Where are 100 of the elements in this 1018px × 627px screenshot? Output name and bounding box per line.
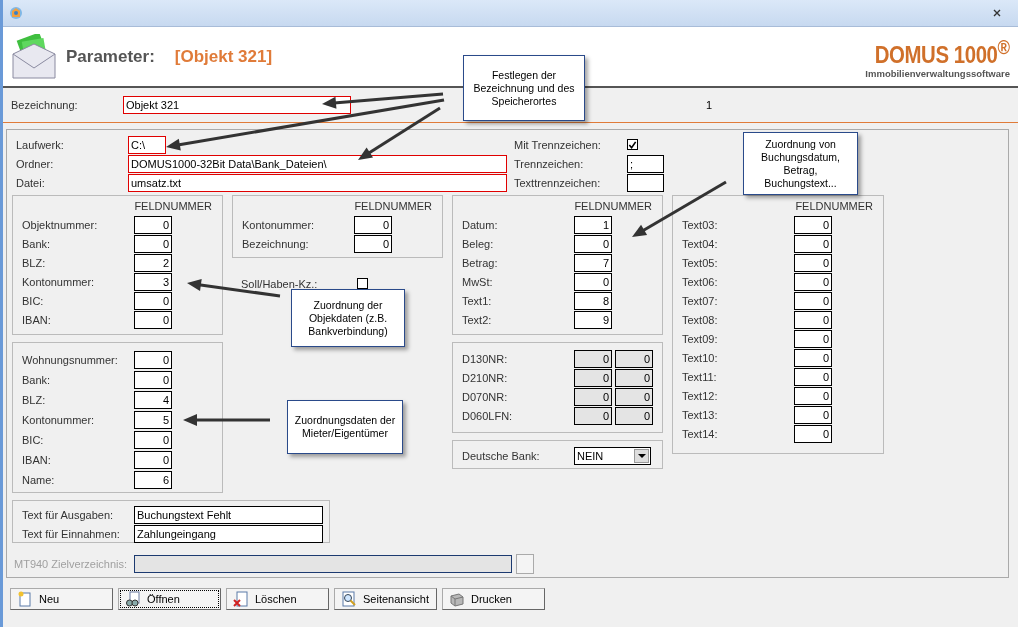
envelope-money-icon	[11, 33, 57, 80]
number-field[interactable]: 0	[354, 215, 392, 234]
number-field[interactable]: 2	[134, 253, 172, 272]
checkbox[interactable]	[357, 278, 368, 289]
toolbar-button[interactable]: Seitenansicht	[334, 588, 437, 610]
number-field[interactable]: 7	[574, 253, 612, 272]
field-label: Laufwerk:	[16, 138, 65, 151]
number-field[interactable]: 0	[354, 234, 392, 253]
field-label: Text05:	[682, 256, 719, 269]
toolbar-button[interactable]: Löschen	[226, 588, 329, 610]
path-field[interactable]: umsatz.txt	[128, 173, 507, 192]
number-field[interactable]: 0	[134, 431, 172, 449]
checkbox[interactable]	[627, 139, 638, 150]
toolbar-button[interactable]: Neu	[10, 588, 113, 610]
number-field[interactable]: 0	[794, 424, 832, 443]
field-label: Bezeichnung:	[11, 99, 79, 111]
field-label: Text08:	[682, 313, 719, 326]
field-label: Text11:	[682, 370, 718, 383]
number-field[interactable]: 0	[134, 371, 172, 389]
field-label: Kontonummer:	[242, 218, 316, 231]
field-label: Objektnummer:	[22, 218, 99, 231]
column-header: FELDNUMMER	[134, 200, 212, 214]
number-field[interactable]: 0	[794, 367, 832, 386]
field-label: Text14:	[682, 427, 719, 440]
field-label: Text03:	[682, 218, 719, 231]
number-field[interactable]: 0	[134, 451, 172, 469]
field-label: BIC:	[22, 434, 45, 446]
column-header: FELDNUMMER	[354, 200, 432, 214]
field-label: Betrag:	[462, 256, 499, 269]
toolbar-button[interactable]: Öffnen	[118, 588, 221, 610]
callout-note: Festlegen der Bezeichnung und des Speicherortes	[463, 55, 585, 121]
field-label: Text10:	[682, 351, 719, 364]
field-label: Text04:	[682, 237, 719, 250]
object-title: [Objekt 321]	[174, 46, 273, 67]
logo-tagline: Immobilienverwaltungssoftware	[865, 68, 1010, 79]
number-field[interactable]: 0	[134, 291, 172, 310]
field-label: BLZ:	[22, 256, 47, 269]
number-field[interactable]: 0	[134, 215, 172, 234]
field-label: Kontonummer:	[22, 414, 96, 426]
field-label: Beleg:	[462, 237, 495, 250]
directory-field[interactable]	[134, 555, 512, 573]
field-label: Name:	[22, 474, 56, 486]
text-field[interactable]: Buchungstext Fehlt	[134, 505, 323, 524]
path-field[interactable]: C:\	[128, 135, 166, 154]
field-label: MwSt:	[462, 275, 494, 288]
field-label: IBAN:	[22, 313, 52, 326]
name-field[interactable]: Objekt 321	[123, 96, 351, 114]
callout-note: Zuordnung der Objekdaten (z.B. Bankverbindung)	[291, 289, 405, 347]
number-field[interactable]: 0	[574, 234, 612, 253]
document-icon	[17, 591, 33, 607]
text-field[interactable]: Zahlungeingang	[134, 524, 323, 543]
number-field[interactable]: 1	[574, 215, 612, 234]
number-field[interactable]: 8	[574, 291, 612, 310]
number-field[interactable]: 0	[134, 351, 172, 369]
number-field[interactable]: 0	[794, 329, 832, 348]
number-field[interactable]: 0	[794, 253, 832, 272]
field-label: Wohnungsnummer:	[22, 354, 119, 366]
field-label: D210NR:	[462, 371, 509, 384]
number-field[interactable]: 0	[794, 291, 832, 310]
number-field[interactable]: 0	[134, 234, 172, 253]
field-label: Deutsche Bank:	[462, 449, 541, 462]
number-field[interactable]: 0	[794, 215, 832, 234]
field-label: Bezeichnung:	[242, 237, 310, 250]
column-header: FELDNUMMER	[795, 200, 873, 214]
dropdown[interactable]: NEIN	[574, 446, 651, 465]
app-icon	[8, 5, 24, 21]
field-label: Text für Einnahmen:	[22, 527, 121, 540]
path-field[interactable]: DOMUS1000-32Bit Data\Bank_Dateien\	[128, 154, 507, 173]
number-field[interactable]: 0	[574, 272, 612, 291]
number-field[interactable]: 0	[794, 234, 832, 253]
number-field[interactable]: 0	[794, 405, 832, 424]
field-label: Texttrennzeichen:	[514, 176, 602, 189]
toolbar-button[interactable]: Drucken	[442, 588, 545, 610]
field-label: Trennzeichen:	[514, 157, 585, 170]
close-icon[interactable]	[993, 9, 1001, 17]
field-label: Text09:	[682, 332, 719, 345]
number-field[interactable]: 0	[794, 386, 832, 405]
number-field[interactable]: 0	[794, 348, 832, 367]
number-field[interactable]: 5	[134, 411, 172, 429]
field-label: Ordner:	[16, 157, 55, 170]
number-field[interactable]: 3	[134, 272, 172, 291]
field-label: IBAN:	[22, 454, 52, 466]
number-field[interactable]: 0	[134, 310, 172, 329]
separator-field[interactable]	[627, 173, 664, 192]
field-label: BLZ:	[22, 394, 47, 406]
magnifier-icon	[341, 591, 357, 607]
separator-field[interactable]: ;	[627, 154, 664, 173]
field-label: D060LFN:	[462, 409, 514, 422]
number-field[interactable]: 0	[794, 310, 832, 329]
field-label: Datum:	[462, 218, 499, 231]
field-label: MT940 Zielverzeichnis:	[14, 558, 129, 570]
counter-text: 1	[706, 99, 713, 111]
field-label: Datei:	[16, 176, 46, 189]
number-field[interactable]: 4	[134, 391, 172, 409]
number-field[interactable]: 6	[134, 471, 172, 489]
field-label: Text2:	[462, 313, 493, 326]
number-field[interactable]: 9	[574, 310, 612, 329]
field-label: Text13:	[682, 408, 719, 421]
field-label: Bank:	[22, 237, 52, 250]
number-field[interactable]: 0	[794, 272, 832, 291]
